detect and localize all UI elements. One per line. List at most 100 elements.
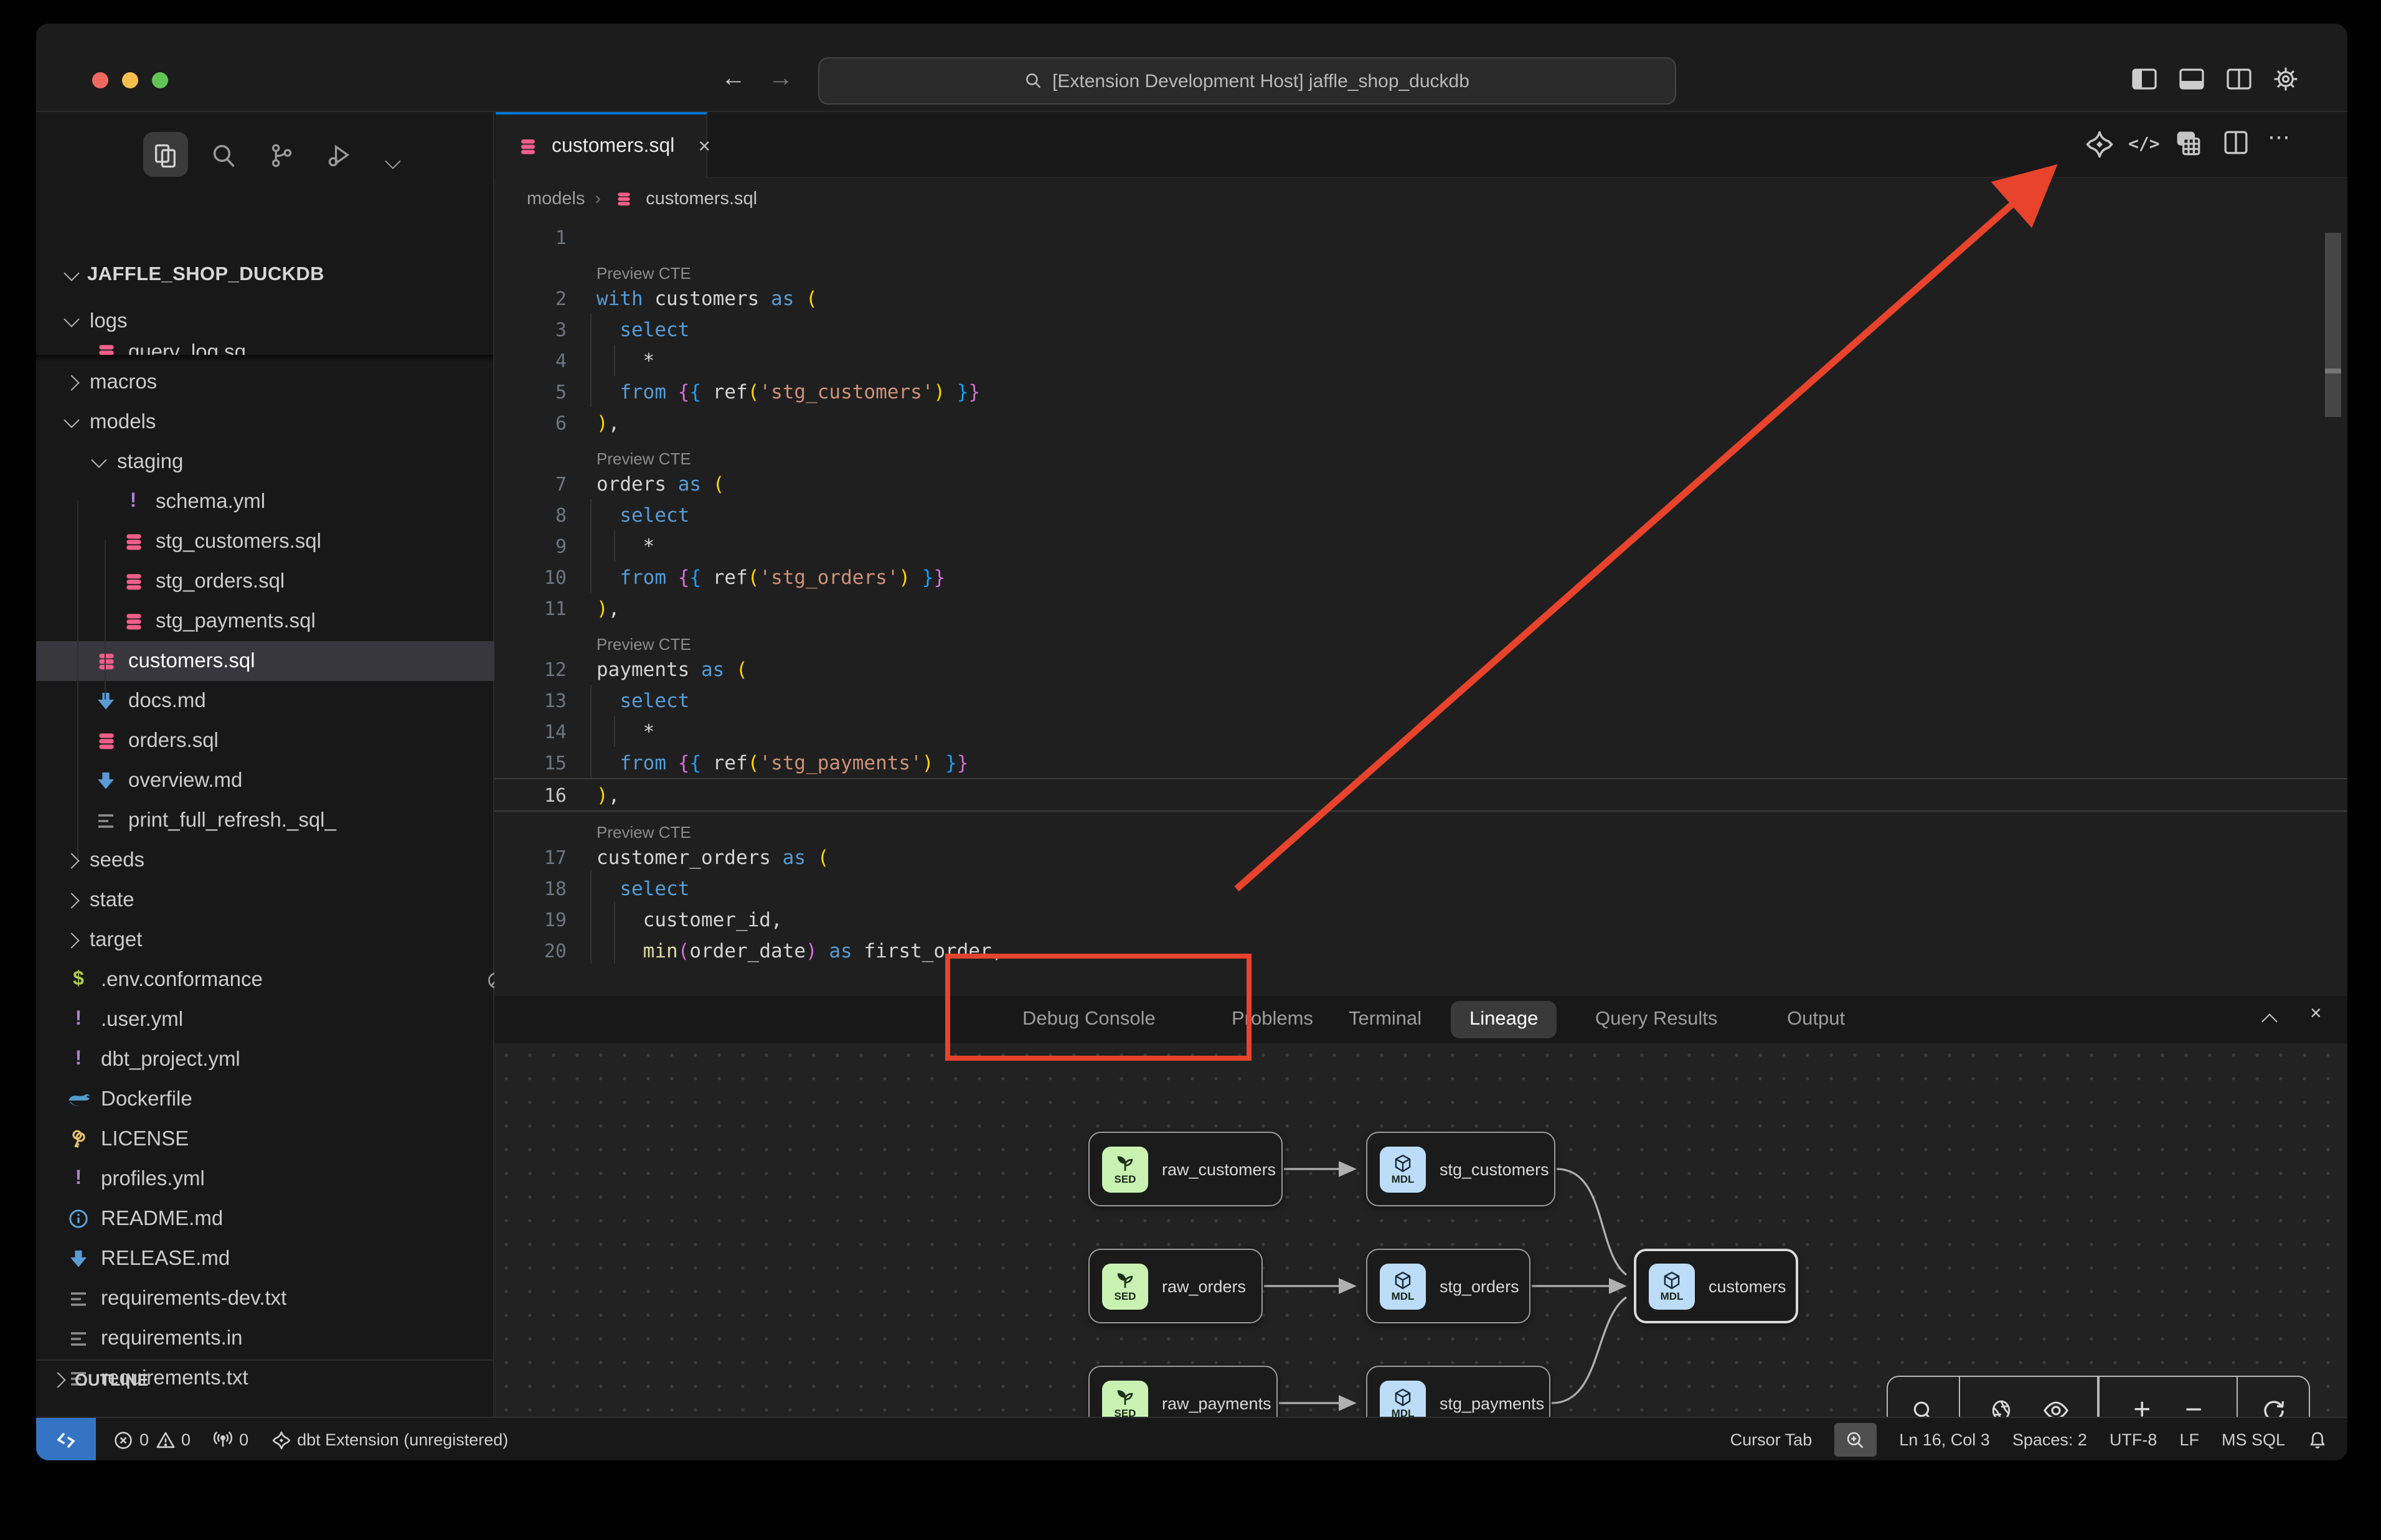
tree-file-dbt-project-yml[interactable]: !dbt_project.yml — [36, 1040, 523, 1079]
code-line-12[interactable]: 12payments as ( — [494, 654, 2349, 685]
run-and-debug-icon[interactable] — [325, 142, 352, 169]
maximize-traffic-light[interactable] — [152, 72, 168, 88]
tree-file-dockerfile[interactable]: Dockerfile — [36, 1079, 523, 1119]
code-line-19[interactable]: 19 customer_id, — [494, 904, 2349, 935]
breadcrumb[interactable]: models › customers.sql — [527, 189, 757, 209]
tree-file--user-yml[interactable]: !.user.yml — [36, 1000, 523, 1040]
tree-file-overview-md[interactable]: overview.md — [36, 761, 550, 801]
compiled-code-icon[interactable]: </> — [2128, 134, 2160, 154]
tree-file-orders-sql[interactable]: orders.sql — [36, 721, 550, 761]
more-actions-icon[interactable]: ⋯ — [2268, 124, 2291, 151]
code-line-13[interactable]: 13 select — [494, 685, 2349, 716]
panel-tab-terminal[interactable]: Terminal — [1349, 996, 1422, 1043]
lineage-node-stg_orders[interactable]: MDLstg_orders — [1366, 1249, 1530, 1323]
code-line-5[interactable]: 5 from {{ ref('stg_customers') }} — [494, 376, 2349, 407]
tree-file-profiles-yml[interactable]: !profiles.yml — [36, 1159, 523, 1199]
maximize-panel-icon[interactable] — [2264, 1011, 2275, 1033]
codelens-preview-cte[interactable]: Preview CTE — [494, 438, 2349, 468]
zoom-indicator[interactable] — [1834, 1423, 1877, 1457]
query-results-table-icon[interactable] — [2174, 129, 2203, 158]
eol-status[interactable]: LF — [2179, 1430, 2199, 1449]
toggle-primary-sidebar-icon[interactable] — [2132, 68, 2157, 90]
code-line-14[interactable]: 14 * — [494, 716, 2349, 747]
minimize-traffic-light[interactable] — [122, 72, 138, 88]
code-line-10[interactable]: 10 from {{ ref('stg_orders') }} — [494, 561, 2349, 593]
codelens-preview-cte[interactable]: Preview CTE — [494, 812, 2349, 842]
code-line-3[interactable]: 3 select — [494, 314, 2349, 345]
lineage-graph[interactable]: SEDraw_customers MDLstg_customers SEDraw_o… — [494, 1043, 2349, 1439]
code-line-18[interactable]: 18 select — [494, 873, 2349, 904]
code-editor[interactable]: 1Preview CTE2with customers as (3 select… — [494, 222, 2349, 966]
tree-file-requirements-in[interactable]: requirements.in — [36, 1318, 523, 1358]
search-sidebar-icon[interactable] — [210, 142, 238, 169]
encoding-status[interactable]: UTF-8 — [2110, 1430, 2157, 1449]
cursor-tab-status[interactable]: Cursor Tab — [1730, 1430, 1813, 1449]
code-line-7[interactable]: 7orders as ( — [494, 468, 2349, 499]
tree-file-print-full-refresh-sql-[interactable]: print_full_refresh._sql_ — [36, 801, 550, 840]
codelens-preview-cte[interactable]: Preview CTE — [494, 624, 2349, 654]
codelens-preview-cte[interactable]: Preview CTE — [494, 253, 2349, 283]
tree-folder-state[interactable]: state — [36, 880, 523, 920]
gear-icon[interactable] — [2273, 66, 2299, 92]
lineage-node-stg_customers[interactable]: MDLstg_customers — [1366, 1132, 1555, 1206]
tree-file-license[interactable]: LICENSE — [36, 1119, 523, 1159]
command-center-search[interactable]: [Extension Development Host] jaffle_shop… — [818, 57, 1676, 105]
tree-file-query-log-sq[interactable]: query_log.sq — [36, 341, 493, 355]
language-mode-status[interactable]: MS SQL — [2222, 1430, 2285, 1449]
panel-tab-output[interactable]: Output — [1787, 996, 1845, 1043]
source-control-icon[interactable] — [268, 142, 295, 169]
code-line-1[interactable]: 1 — [494, 222, 2349, 253]
forward-arrow-icon[interactable]: → — [768, 65, 793, 93]
tree-folder-seeds[interactable]: seeds — [36, 840, 523, 880]
breadcrumb-folder[interactable]: models — [527, 189, 585, 209]
tab-customers-sql[interactable]: customers.sql × — [496, 112, 707, 178]
panel-tab-lineage[interactable]: Lineage — [1451, 1001, 1557, 1038]
close-traffic-light[interactable] — [92, 72, 108, 88]
tree-file-customers-sql[interactable]: customers.sql — [36, 641, 550, 681]
bell-icon[interactable] — [2308, 1430, 2327, 1450]
lineage-node-raw_customers[interactable]: SEDraw_customers — [1088, 1132, 1283, 1206]
split-editor-icon[interactable] — [2223, 129, 2249, 156]
code-line-4[interactable]: 4 * — [494, 345, 2349, 376]
cursor-position-status[interactable]: Ln 16, Col 3 — [1899, 1430, 1990, 1449]
files-icon[interactable] — [152, 142, 179, 169]
code-line-6[interactable]: 6), — [494, 407, 2349, 438]
breadcrumb-file[interactable]: customers.sql — [646, 189, 757, 209]
toggle-secondary-sidebar-icon[interactable] — [2227, 68, 2251, 90]
tree-folder-staging[interactable]: staging — [36, 442, 550, 482]
lineage-node-customers[interactable]: MDLcustomers — [1634, 1249, 1798, 1323]
code-line-16[interactable]: 16), — [494, 778, 2349, 812]
code-line-20[interactable]: 20 min(order_date) as first_order, — [494, 935, 2349, 966]
explorer-section-header[interactable]: JAFFLE_SHOP_DUCKDB — [66, 264, 324, 286]
chevron-down-icon[interactable] — [387, 151, 398, 173]
dbt-icon[interactable] — [2085, 129, 2115, 159]
close-panel-icon[interactable]: × — [2310, 1003, 2322, 1026]
code-line-8[interactable]: 8 select — [494, 499, 2349, 530]
code-line-9[interactable]: 9 * — [494, 530, 2349, 561]
code-line-2[interactable]: 2with customers as ( — [494, 283, 2349, 314]
panel-tab-query-results[interactable]: Query Results — [1595, 996, 1717, 1043]
toggle-panel-icon[interactable] — [2179, 68, 2204, 90]
code-line-15[interactable]: 15 from {{ ref('stg_payments') }} — [494, 747, 2349, 778]
back-arrow-icon[interactable]: ← — [721, 65, 746, 93]
outline-section[interactable]: OUTLINE — [36, 1359, 493, 1399]
tree-file--env-conformance[interactable]: $.env.conformance — [36, 960, 523, 1000]
problems-status[interactable]: 0 0 — [113, 1430, 191, 1450]
editor-scrollbar[interactable] — [2325, 233, 2341, 417]
tree-folder-logs[interactable]: logs — [36, 301, 523, 341]
indentation-status[interactable]: Spaces: 2 — [2012, 1430, 2087, 1449]
ports-status[interactable]: 0 — [213, 1430, 248, 1449]
tree-file-docs-md[interactable]: docs.md — [36, 681, 550, 721]
lineage-node-raw_orders[interactable]: SEDraw_orders — [1088, 1249, 1263, 1323]
tree-folder-models[interactable]: models — [36, 402, 523, 442]
code-line-11[interactable]: 11), — [494, 593, 2349, 624]
dbt-extension-status[interactable]: dbt Extension (unregistered) — [271, 1430, 508, 1450]
tree-folder-target[interactable]: target — [36, 920, 523, 960]
code-line-17[interactable]: 17customer_orders as ( — [494, 842, 2349, 873]
tree-file-requirements-dev-txt[interactable]: requirements-dev.txt — [36, 1279, 523, 1318]
tree-file-readme-md[interactable]: README.md — [36, 1199, 523, 1239]
tree-folder-macros[interactable]: macros — [36, 362, 523, 402]
tree-file-release-md[interactable]: RELEASE.md — [36, 1239, 523, 1279]
md-arrow-icon — [93, 771, 118, 791]
remote-indicator[interactable] — [36, 1418, 96, 1462]
